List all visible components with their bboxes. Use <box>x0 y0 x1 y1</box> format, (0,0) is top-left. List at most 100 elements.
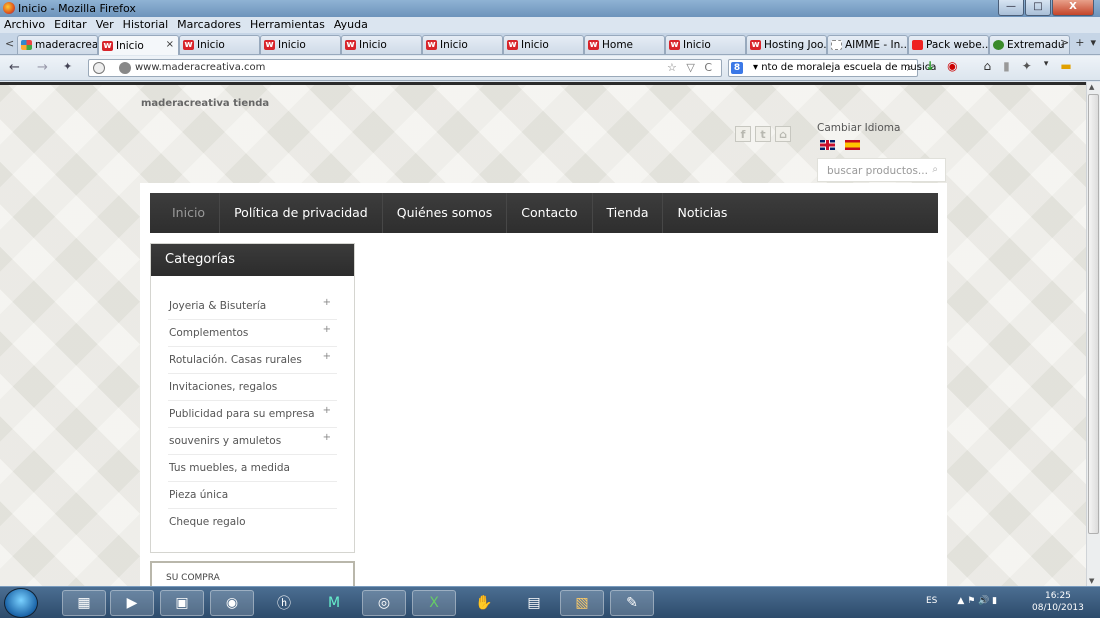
spain-flag-icon[interactable] <box>845 140 860 150</box>
back-arrow-icon[interactable]: ← <box>9 60 20 75</box>
glove-icon[interactable]: ✋ <box>462 590 506 616</box>
menu-historial[interactable]: Historial <box>123 17 168 33</box>
menu-editar[interactable]: Editar <box>54 17 87 33</box>
nav-quienes-somos[interactable]: Quiénes somos <box>383 193 508 233</box>
tab-extremadura[interactable]: Extremadu <box>989 35 1070 54</box>
chevron-down-icon[interactable]: ▾ <box>1044 59 1049 73</box>
download-icon[interactable]: ↓ <box>925 59 935 73</box>
tab-close-icon[interactable]: × <box>166 39 174 50</box>
menu-herramientas[interactable]: Herramientas <box>250 17 325 33</box>
category-item[interactable]: Invitaciones, regalos <box>168 374 337 401</box>
excel-icon[interactable]: X <box>412 590 456 616</box>
site-identity-icon[interactable] <box>93 62 105 74</box>
search-bar[interactable]: 8 ▾ nto de moraleja escuela de musica ⌕ <box>728 59 936 77</box>
tab-maderacreativa[interactable]: maderacrea... <box>17 35 98 54</box>
movistar-icon[interactable]: M <box>312 590 356 616</box>
scrollbar-thumb[interactable] <box>1088 94 1099 534</box>
expand-plus-icon[interactable]: + <box>323 316 331 343</box>
menu-ver[interactable]: Ver <box>96 17 114 33</box>
scroll-down-icon[interactable]: ▼ <box>1089 577 1094 585</box>
tab-list-icon[interactable]: ▾ <box>1090 36 1096 49</box>
home-icon[interactable]: ⌂ <box>984 59 992 73</box>
expand-plus-icon[interactable]: + <box>323 343 331 370</box>
search-icon[interactable]: ⌕ <box>932 164 938 175</box>
tab-pack-webe[interactable]: Pack webe... <box>908 35 989 54</box>
tab-label: Inicio <box>440 39 468 51</box>
category-item[interactable]: Joyeria & Bisutería + <box>168 293 337 320</box>
scroll-up-icon[interactable]: ▲ <box>1089 83 1094 91</box>
twitter-icon[interactable]: t <box>755 126 771 142</box>
lock-icon[interactable]: ⌂ <box>775 126 791 142</box>
menu-ayuda[interactable]: Ayuda <box>334 17 368 33</box>
category-item[interactable]: Pieza única <box>168 482 337 509</box>
expand-plus-icon[interactable]: + <box>323 397 331 424</box>
category-label: Pieza única <box>169 489 229 501</box>
nav-inicio[interactable]: Inicio <box>150 193 221 233</box>
tab-inicio[interactable]: w Inicio <box>665 35 746 54</box>
nav-tienda[interactable]: Tienda <box>593 193 664 233</box>
google-search-engine-icon[interactable]: 8 <box>731 62 743 74</box>
nav-politica-privacidad[interactable]: Política de privacidad <box>220 193 383 233</box>
category-item[interactable]: Publicidad para su empresa + <box>168 401 337 428</box>
product-search-input[interactable]: buscar productos... ⌕ <box>817 158 946 182</box>
folder-icon[interactable]: ▣ <box>160 590 204 616</box>
firefox-icon[interactable]: ◉ <box>210 590 254 616</box>
nav-noticias[interactable]: Noticias <box>663 193 741 233</box>
paint-icon[interactable]: ✎ <box>610 590 654 616</box>
tab-scroll-right-icon[interactable]: > <box>1060 36 1069 49</box>
uk-flag-icon[interactable] <box>820 140 835 150</box>
tab-home[interactable]: w Home <box>584 35 665 54</box>
expand-plus-icon[interactable]: + <box>323 289 331 316</box>
tab-aimme[interactable]: AIMME - In... <box>827 35 908 54</box>
maximize-button[interactable]: □ <box>1025 0 1051 16</box>
site-name[interactable]: maderacreativa tienda <box>141 98 269 109</box>
tab-inicio[interactable]: w Inicio <box>341 35 422 54</box>
tab-inicio[interactable]: w Inicio <box>503 35 584 54</box>
search-icon[interactable]: ⌕ <box>907 61 913 75</box>
tab-scroll-left-icon[interactable]: < <box>5 37 14 50</box>
vertical-scrollbar[interactable]: ▲ ▼ <box>1086 82 1100 586</box>
tab-hosting[interactable]: w Hosting Joo... <box>746 35 827 54</box>
category-item[interactable]: Tus muebles, a medida <box>168 455 337 482</box>
menu-marcadores[interactable]: Marcadores <box>177 17 241 33</box>
nav-contacto[interactable]: Contacto <box>507 193 593 233</box>
tab-inicio[interactable]: w Inicio <box>179 35 260 54</box>
record-icon[interactable]: ◉ <box>947 59 957 73</box>
hp-icon[interactable]: ⓗ <box>262 590 306 616</box>
tray-icons[interactable]: ▲ ⚑ 🔊 ▮ <box>957 596 997 606</box>
window-title: Inicio - Mozilla Firefox <box>18 2 136 15</box>
menu-archivo[interactable]: Archivo <box>4 17 45 33</box>
signal-icon[interactable]: ▮ <box>1003 59 1010 73</box>
category-item[interactable]: Cheque regalo <box>168 509 337 536</box>
calendar-icon[interactable]: ▤ <box>512 590 556 616</box>
tab-label: AIMME - In... <box>845 39 908 51</box>
category-item[interactable]: Rotulación. Casas rurales + <box>168 347 337 374</box>
start-button[interactable] <box>4 588 38 618</box>
photo-app-icon[interactable]: ▧ <box>560 590 604 616</box>
tab-inicio[interactable]: w Inicio <box>422 35 503 54</box>
new-tab-icon[interactable]: + <box>1075 36 1084 49</box>
category-item[interactable]: souvenirs y amuletos + <box>168 428 337 455</box>
facebook-icon[interactable]: f <box>735 126 751 142</box>
bookmark-star-reload-icons[interactable]: ☆ ▽ C <box>667 61 715 74</box>
language-flags <box>820 140 860 150</box>
tab-inicio[interactable]: w Inicio <box>260 35 341 54</box>
category-item[interactable]: Complementos + <box>168 320 337 347</box>
clock[interactable]: 16:25 08/10/2013 <box>1032 590 1084 614</box>
forward-arrow-icon[interactable]: → <box>37 60 48 75</box>
addon-icon[interactable]: ✦ <box>1022 59 1032 73</box>
category-label: Publicidad para su empresa <box>169 408 315 420</box>
explorer-icon[interactable]: ▦ <box>62 590 106 616</box>
web-page: maderacreativa tienda f t ⌂ Cambiar Idio… <box>0 82 1086 586</box>
close-button[interactable]: X <box>1052 0 1094 16</box>
media-player-icon[interactable]: ▶ <box>110 590 154 616</box>
url-bar[interactable]: www.maderacreativa.com ☆ ▽ C <box>88 59 722 77</box>
menu-icon[interactable]: ▬ <box>1060 59 1071 73</box>
language-indicator[interactable]: ES <box>926 596 937 606</box>
w-icon: w <box>507 40 518 50</box>
addons-icon[interactable]: ✦ <box>63 60 72 73</box>
tab-inicio-active[interactable]: w Inicio × <box>98 35 179 55</box>
chrome-icon[interactable]: ◎ <box>362 590 406 616</box>
expand-plus-icon[interactable]: + <box>323 424 331 451</box>
minimize-button[interactable]: — <box>998 0 1024 16</box>
